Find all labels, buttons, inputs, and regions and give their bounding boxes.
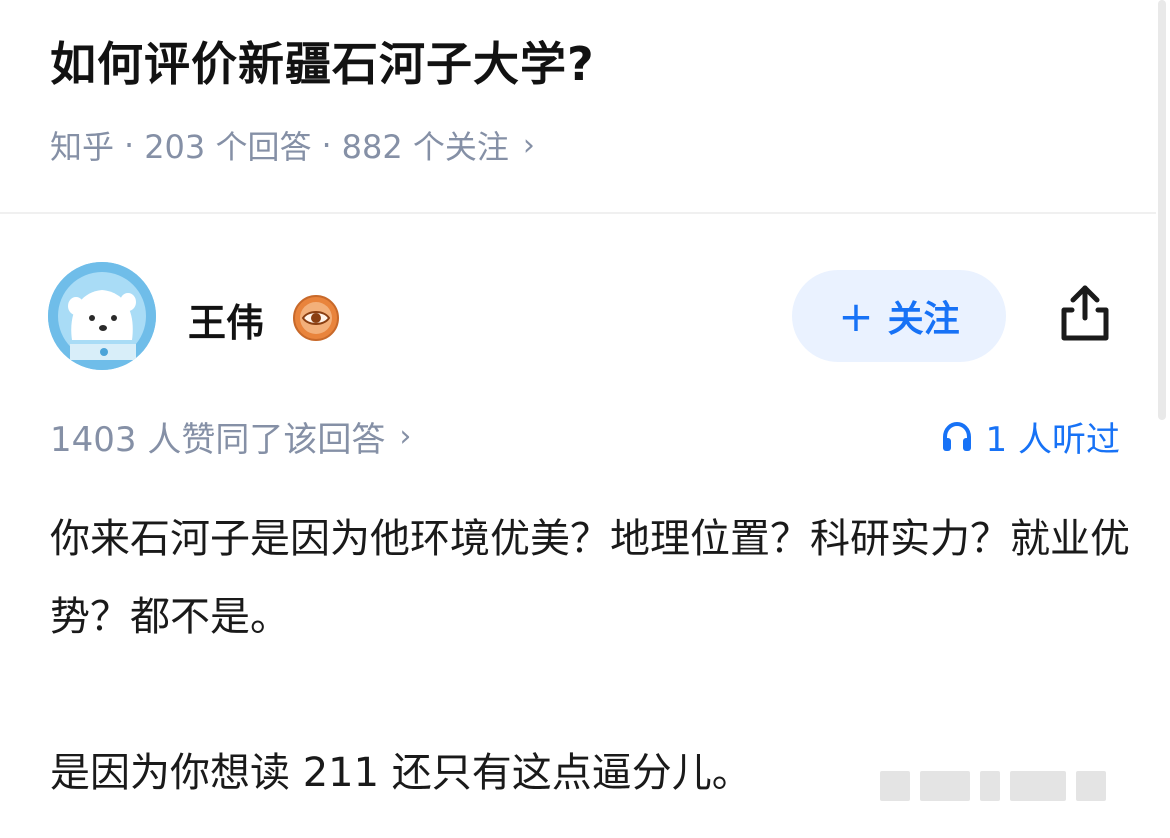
follower-count: 882 个关注 bbox=[341, 128, 509, 166]
divider bbox=[0, 212, 1156, 214]
share-icon[interactable] bbox=[1052, 280, 1118, 346]
eye-badge-icon bbox=[292, 294, 340, 342]
vote-count-text: 1403 人赞同了该回答 bbox=[50, 420, 386, 460]
meta-separator: · bbox=[321, 126, 332, 164]
question-title[interactable]: 如何评价新疆石河子大学? bbox=[50, 28, 595, 94]
listen-count: 1 人听过 bbox=[985, 420, 1120, 460]
question-meta[interactable]: 知乎 · 203 个回答 · 882 个关注 › bbox=[50, 122, 535, 168]
scrollbar[interactable] bbox=[1158, 0, 1166, 420]
chevron-right-icon: › bbox=[399, 419, 412, 454]
vote-count[interactable]: 1403 人赞同了该回答 › bbox=[50, 412, 411, 461]
answer-page: 如何评价新疆石河子大学? 知乎 · 203 个回答 · 882 个关注 › 王伟 bbox=[0, 0, 1170, 838]
answer-body[interactable]: 你来石河子是因为他环境优美？地理位置？科研实力？就业优势？都不是。 是因为你想读… bbox=[50, 500, 1130, 812]
answer-paragraph: 你来石河子是因为他环境优美？地理位置？科研实力？就业优势？都不是。 bbox=[50, 516, 1130, 640]
follow-button[interactable]: + 关注 bbox=[792, 270, 1006, 362]
headphones-icon bbox=[942, 421, 971, 451]
plus-icon: + bbox=[838, 291, 874, 341]
meta-separator: · bbox=[124, 126, 135, 164]
bear-avatar-icon[interactable] bbox=[48, 262, 156, 370]
chevron-right-icon: › bbox=[522, 127, 535, 163]
listen-button[interactable]: 1 人听过 bbox=[940, 412, 1120, 461]
follow-label: 关注 bbox=[887, 299, 960, 340]
watermark-blur bbox=[880, 768, 1150, 804]
source-label: 知乎 bbox=[50, 128, 115, 166]
author-name[interactable]: 王伟 bbox=[188, 292, 264, 347]
answer-count: 203 个回答 bbox=[144, 128, 312, 166]
